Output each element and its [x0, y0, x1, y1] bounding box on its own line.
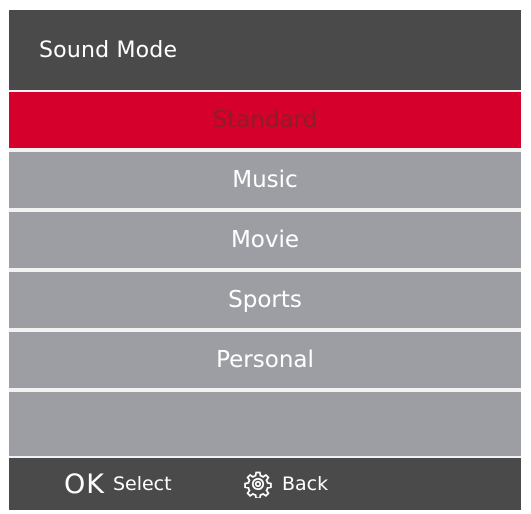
sound-mode-panel: Sound Mode Standard Music Movie Sports P…: [9, 10, 521, 510]
menu-item-sports[interactable]: Sports: [9, 272, 521, 328]
select-label: Select: [112, 473, 172, 495]
menu-item-label: Movie: [230, 227, 300, 253]
menu-item-movie[interactable]: Movie: [9, 212, 521, 268]
menu-item-standard[interactable]: Standard: [9, 92, 521, 148]
menu-item-empty: [9, 392, 521, 456]
footer-bar: OK Select Back: [9, 458, 521, 510]
page-title: Sound Mode: [39, 37, 178, 63]
menu-item-music[interactable]: Music: [9, 152, 521, 208]
panel-header: Sound Mode: [9, 10, 521, 90]
ok-key-label: OK: [64, 468, 105, 500]
menu-item-label: Personal: [216, 347, 314, 373]
menu-item-label: Sports: [228, 287, 302, 313]
gear-icon-graphic: [244, 471, 272, 500]
menu-item-personal[interactable]: Personal: [9, 332, 521, 388]
select-hint[interactable]: OK Select: [64, 458, 172, 510]
menu-item-label: Music: [232, 167, 298, 193]
back-label: Back: [282, 473, 329, 495]
sound-mode-list: Standard Music Movie Sports Personal: [9, 90, 521, 458]
back-hint[interactable]: Back: [244, 458, 328, 510]
menu-item-label: Standard: [212, 107, 318, 133]
gear-icon: [244, 470, 272, 500]
